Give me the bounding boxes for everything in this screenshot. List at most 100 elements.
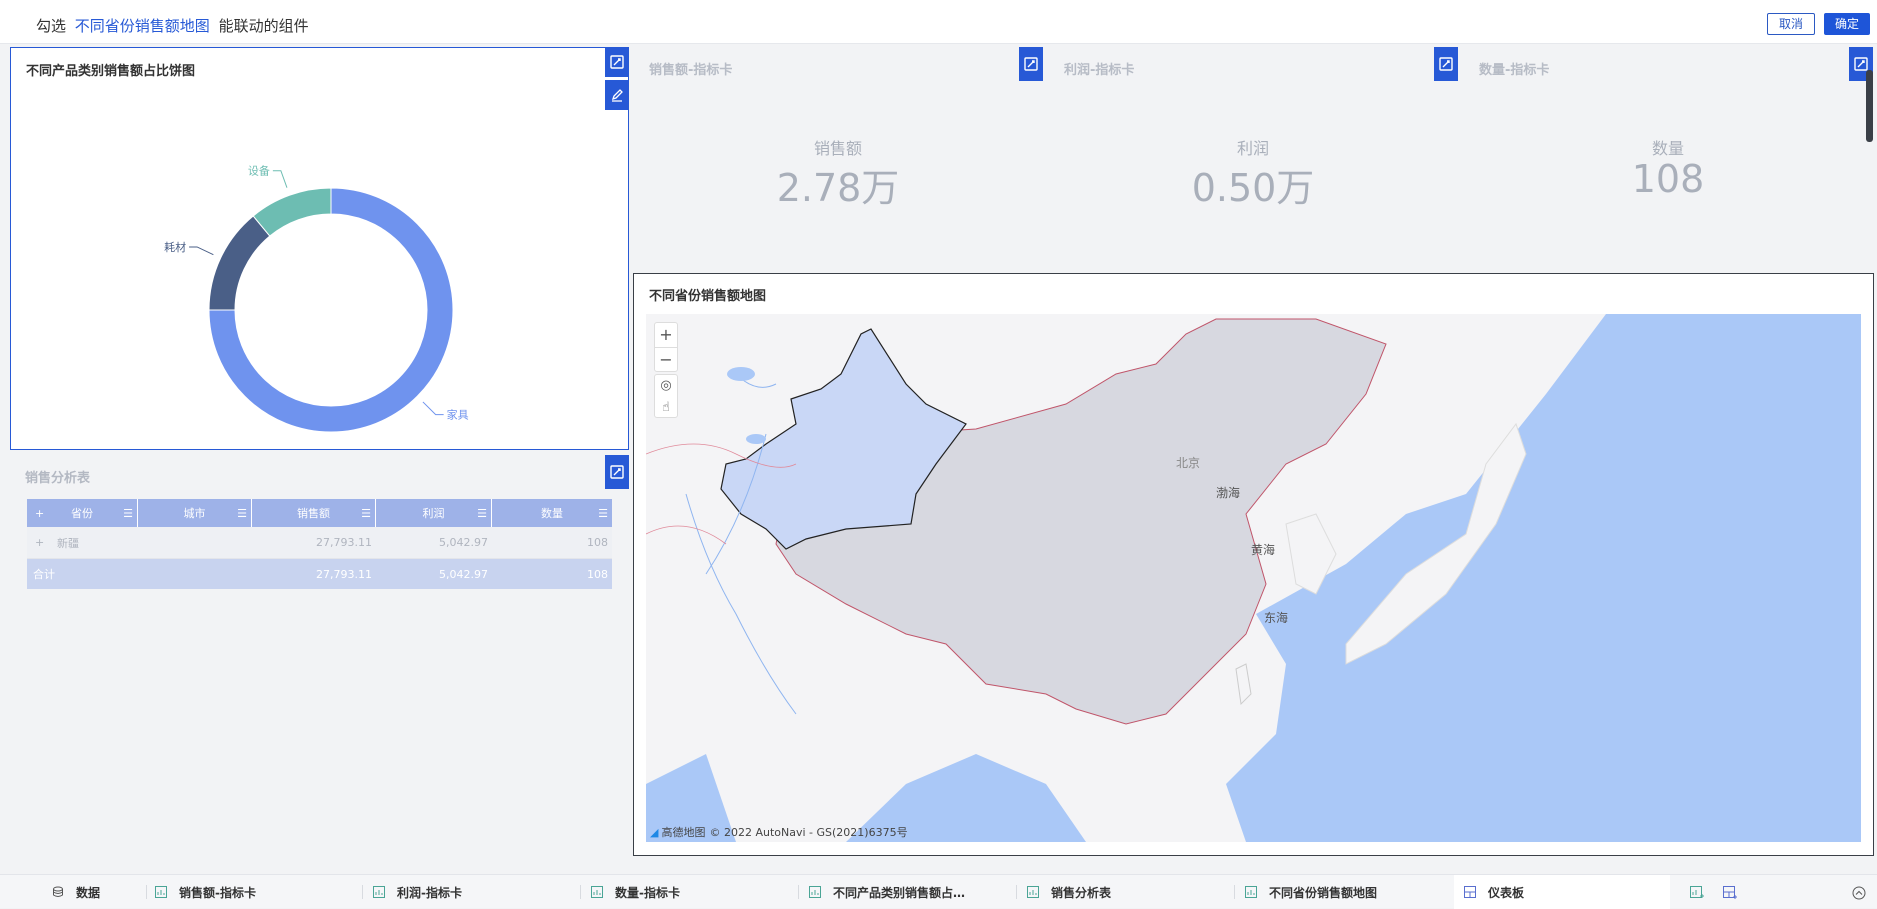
tab-separator — [362, 885, 363, 899]
total-profit: 5,042.97 — [439, 567, 488, 581]
kpi-card-sales[interactable]: 销售额-指标卡 销售额 2.78万 — [633, 47, 1043, 269]
total-quantity: 108 — [587, 567, 608, 581]
pie-panel[interactable]: 不同产品类别销售额占比饼图 家具 耗材 设备 — [10, 47, 629, 450]
zoom-in-button[interactable]: + — [655, 323, 677, 348]
map-label-huanghai: 黄海 — [1251, 543, 1276, 557]
edit-link-icon — [610, 465, 624, 479]
column-header-province[interactable]: 省份 ☰ — [27, 499, 138, 527]
kpi-label: 销售额 — [813, 139, 862, 158]
edit-link-icon — [1024, 57, 1038, 71]
kpi-card-title: 利润-指标卡 — [1064, 63, 1135, 78]
amap-logo-icon: ◢ — [650, 825, 659, 839]
table-row[interactable]: + 新疆 27,793.11 5,042.97 108 — [27, 527, 612, 559]
cell-profit: 5,042.97 — [439, 536, 488, 549]
kpi-value: 0.50万 — [1191, 166, 1315, 210]
cancel-button[interactable]: 取消 — [1767, 13, 1815, 35]
tab-label: 不同省份销售额地图 — [1269, 885, 1378, 900]
column-header-profit[interactable]: 利润 ☰ — [376, 499, 492, 527]
tab-dashboard[interactable]: 仪表板 — [1454, 875, 1670, 909]
donut-label-line — [272, 170, 288, 188]
tab-separator — [146, 885, 147, 899]
add-dashboard-button[interactable] — [1723, 885, 1737, 904]
donut-slice-1[interactable] — [208, 215, 271, 311]
sort-icon: ☰ — [237, 506, 247, 520]
kpi-label: 利润 — [1236, 139, 1269, 158]
column-header-sales[interactable]: 销售额 ☰ — [252, 499, 376, 527]
map-label-beijing: 北京 — [1176, 456, 1201, 470]
chart-icon — [1245, 886, 1257, 898]
link-selection-header: 勾选 不同省份销售额地图 能联动的组件 取消 确定 — [0, 0, 1877, 44]
map-panel[interactable]: 不同省份销售额地图 北京 渤海 黄海 东海 + − ◎ ☝ ◢ 高德地图 © 2… — [633, 273, 1874, 856]
donut-label: 家具 — [447, 408, 469, 422]
tab-sales-table[interactable]: 销售分析表 — [1027, 875, 1111, 909]
tab-province-map[interactable]: 不同省份销售额地图 — [1245, 875, 1377, 909]
row-expand-icon[interactable]: + — [35, 527, 44, 558]
column-header-city[interactable]: 城市 ☰ — [138, 499, 252, 527]
pie-edit-button[interactable] — [605, 80, 629, 110]
map-panel-title: 不同省份销售额地图 — [649, 289, 767, 304]
kpi-sales-settings-button[interactable] — [1019, 47, 1043, 81]
map-canvas[interactable]: 北京 渤海 黄海 东海 + − ◎ ☝ ◢ 高德地图 © 2022 AutoNa… — [646, 314, 1861, 842]
pie-settings-button[interactable] — [605, 47, 629, 77]
pan-button[interactable]: ☝ — [655, 397, 677, 419]
vertical-scrollbar[interactable] — [1866, 70, 1873, 142]
land-taiwan — [1235, 663, 1252, 706]
tab-separator — [798, 885, 799, 899]
donut-chart: 家具 耗材 设备 — [164, 164, 469, 433]
zoom-out-button[interactable]: − — [655, 348, 677, 372]
kpi-card-title: 销售额-指标卡 — [649, 63, 733, 78]
map-label-bohai: 渤海 — [1216, 486, 1241, 500]
cell-quantity: 108 — [587, 536, 608, 549]
table-header-row: + 省份 ☰ 城市 ☰ 销售额 ☰ 利润 ☰ 数量 ☰ — [27, 499, 612, 527]
column-label: 城市 — [183, 507, 206, 520]
sort-icon: ☰ — [598, 506, 608, 520]
tab-kpi-profit[interactable]: 利润-指标卡 — [373, 875, 462, 909]
header-instruction: 勾选 不同省份销售额地图 能联动的组件 — [36, 15, 309, 36]
map-attribution: ◢ 高德地图 © 2022 AutoNavi - GS(2021)6375号 — [650, 824, 908, 840]
chart-icon — [809, 886, 821, 898]
tab-label: 销售额-指标卡 — [179, 885, 256, 900]
tab-label: 销售分析表 — [1051, 885, 1112, 900]
table-settings-button[interactable] — [605, 455, 629, 489]
kpi-card-quantity[interactable]: 数量-指标卡 数量 108 — [1463, 47, 1873, 269]
cell-sales: 27,793.11 — [316, 536, 372, 549]
donut-label: 耗材 — [164, 240, 186, 254]
donut-slice-2[interactable] — [252, 187, 332, 237]
sort-icon: ☰ — [361, 506, 371, 520]
map-tool-control: ◎ ☝ — [654, 374, 678, 418]
donut-label-line — [422, 401, 444, 416]
attribution-text: © 2022 AutoNavi - GS(2021)6375号 — [709, 826, 908, 839]
map-graphic — [646, 314, 1861, 842]
bottom-tab-bar: 数据 销售额-指标卡 利润-指标卡 数量-指标卡 不同产品类别销售额占… 销售分… — [0, 874, 1877, 909]
column-header-quantity[interactable]: 数量 ☰ — [492, 499, 612, 527]
kpi-card-profit[interactable]: 利润-指标卡 利润 0.50万 — [1048, 47, 1458, 269]
header-suffix: 能联动的组件 — [218, 17, 309, 35]
kpi-profit-settings-button[interactable] — [1434, 47, 1458, 81]
map-label-donghai: 东海 — [1264, 611, 1289, 625]
pie-panel-title: 不同产品类别销售额占比饼图 — [26, 64, 196, 79]
table-panel[interactable]: 销售分析表 + 省份 ☰ 城市 ☰ 销售额 ☰ 利润 ☰ 数量 ☰ + 新疆 2… — [10, 455, 629, 855]
header-target: 不同省份销售额地图 — [74, 17, 210, 35]
tab-separator — [580, 885, 581, 899]
chart-icon — [591, 886, 603, 898]
tab-label: 数量-指标卡 — [615, 885, 680, 900]
chart-icon — [373, 886, 385, 898]
confirm-button[interactable]: 确定 — [1824, 13, 1870, 35]
compass-button[interactable]: ◎ — [655, 375, 677, 397]
column-label: 数量 — [541, 507, 563, 520]
column-label: 省份 — [71, 507, 93, 520]
table-total-row: 合计 27,793.11 5,042.97 108 — [27, 559, 612, 589]
tab-kpi-quantity[interactable]: 数量-指标卡 — [591, 875, 680, 909]
collapse-button[interactable] — [1852, 885, 1866, 904]
cell-province: 新疆 — [57, 536, 79, 550]
add-component-button[interactable] — [1690, 885, 1704, 904]
total-label: 合计 — [33, 568, 55, 581]
tab-data[interactable]: 数据 — [52, 875, 100, 909]
chart-icon — [1027, 886, 1039, 898]
attribution-brand: 高德地图 — [661, 826, 706, 839]
zoom-control: + − — [654, 322, 678, 372]
tab-kpi-sales[interactable]: 销售额-指标卡 — [155, 875, 256, 909]
kpi-label: 数量 — [1651, 139, 1684, 158]
dashboard-icon — [1464, 886, 1476, 898]
tab-pie-chart[interactable]: 不同产品类别销售额占… — [809, 875, 965, 909]
